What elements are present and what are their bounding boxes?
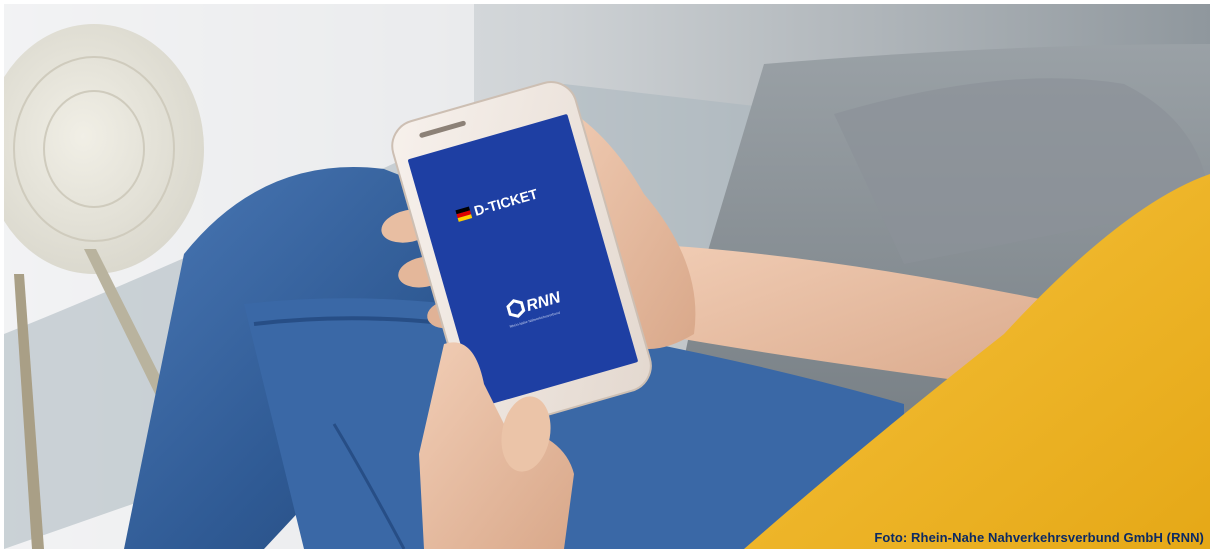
photo: D-TICKET RNN Rhein-Nahe Nahverkehrsverbu… [4, 4, 1210, 549]
scene-illustration: D-TICKET RNN Rhein-Nahe Nahverkehrsverbu… [4, 4, 1210, 549]
photo-credit: Foto: Rhein-Nahe Nahverkehrsverbund GmbH… [874, 530, 1204, 545]
